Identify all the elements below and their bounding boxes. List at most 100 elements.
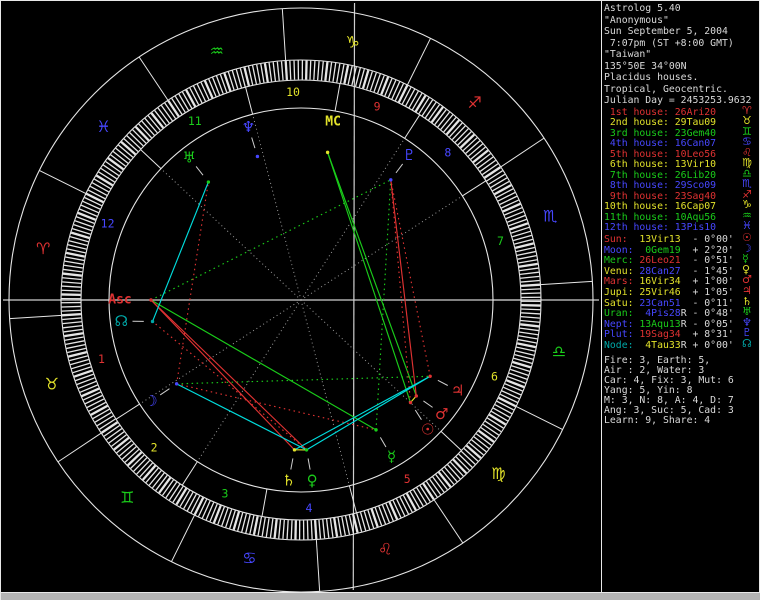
sign-boundary-line (281, 8, 287, 61)
degree-tick (517, 338, 537, 344)
aspect-sextile-line (294, 375, 431, 451)
degree-tick (405, 88, 416, 107)
house-label: 8th house: (604, 180, 675, 192)
degree-tick (157, 107, 170, 124)
degree-tick (144, 117, 158, 134)
sign-boundary-line (315, 539, 321, 592)
house-cusp-value: 26Lib20 (674, 169, 717, 181)
degree-tick (495, 188, 514, 199)
degree-tick (500, 393, 518, 404)
degree-tick (165, 481, 178, 499)
degree-tick (521, 312, 541, 315)
degree-tick (394, 83, 405, 101)
degree-tick (63, 264, 83, 269)
degree-tick (514, 242, 534, 250)
degree-tick (320, 61, 324, 81)
degree-tick (490, 177, 508, 189)
degree-tick (520, 283, 541, 288)
node-degree-dot (150, 319, 155, 324)
degree-tick (113, 436, 130, 451)
sign-glyph-scorpio: ♏ (543, 206, 557, 225)
aspect-square-line (390, 179, 412, 403)
house-cusp-spoke (160, 168, 302, 301)
degree-tick (272, 62, 277, 82)
planet-latitude-value: - 0°48' (686, 308, 734, 320)
degree-tick (178, 93, 190, 111)
planet-position-row: Sun: 13Vir13 - 0°00' ☉ (604, 232, 760, 245)
house-label: 1st house: (604, 107, 675, 118)
degree-tick (101, 421, 119, 434)
degree-tick (467, 143, 484, 157)
header-line: 7:07pm (ST +8:00 GMT) (604, 37, 734, 49)
uranus-degree-dot (206, 180, 211, 184)
house-cusp-value: 13Vir10 (674, 159, 717, 171)
planet-label: Satu: (604, 297, 640, 309)
degree-tick (325, 518, 330, 538)
planet-latitude-value: + 2°20' (686, 244, 734, 256)
house-cusp-row: 12th house: 13Pis10 ♓ (604, 220, 760, 233)
degree-tick (63, 328, 83, 333)
degree-tick (444, 466, 458, 483)
degree-tick (477, 156, 494, 169)
degree-tick (337, 517, 342, 537)
house-number-9: 9 (374, 99, 381, 113)
degree-tick (484, 420, 502, 433)
sign-boundary-line (171, 514, 195, 562)
degree-tick (521, 292, 541, 295)
planet-position-row: Satu: 23Can51 - 0°11' ♄ (604, 296, 760, 309)
degree-tick (497, 191, 516, 202)
degree-tick (100, 167, 118, 180)
planet-longitude-value: 4Pis28 (639, 308, 681, 320)
degree-tick (344, 515, 351, 535)
degree-tick (82, 200, 101, 210)
degree-tick (503, 386, 522, 396)
window-bottom-edge (1, 593, 760, 600)
planet-label: Sun: (604, 234, 640, 245)
house-cusp-stub (440, 430, 462, 451)
house-cusp-spoke (139, 299, 302, 405)
sign-glyph-capricorn: ♑ (346, 33, 360, 52)
degree-tick (245, 514, 251, 534)
degree-tick (91, 182, 110, 193)
degree-tick (189, 87, 200, 106)
planet-longitude-value: 28Can27 (639, 265, 681, 277)
degree-tick (282, 519, 285, 539)
aspect-square-line (150, 299, 307, 451)
degree-tick (293, 60, 296, 80)
house-cusp-spoke (252, 114, 302, 301)
planet-latitude-value: + 1°00' (686, 276, 734, 288)
degree-tick (62, 321, 82, 325)
sign-boundary-line (540, 280, 593, 286)
degree-tick (482, 423, 500, 436)
house-number-1: 1 (98, 352, 105, 366)
planet-position-row: Venu: 28Can27 - 1°45' ♀ (604, 264, 760, 277)
degree-tick (88, 401, 107, 412)
degree-tick (64, 332, 84, 338)
degree-tick (203, 80, 214, 99)
degree-tick (252, 515, 259, 536)
panel-divider (601, 1, 602, 592)
degree-tick (186, 493, 197, 512)
neptune-degree-dot (255, 154, 260, 159)
house-label: 7th house: (604, 169, 675, 181)
chart-wheel-area: ♈ ♉ ♊ ♋ ♌ ♍ ♎ ♏ ♐ ♑ ♒ ♓ 1 2 3 4 5 6 7 8 9 10 11 12 ☉ ☽ ☿ ♀ ♂ ♃ ♄ ♅ ♆ ♇ ☊ As… (1, 1, 601, 593)
house-label: 4th house: (604, 138, 675, 150)
degree-tick (64, 260, 84, 265)
pluto-degree-dot (389, 178, 393, 182)
degree-tick (61, 289, 81, 292)
planet-latitude-value: - 0°51' (686, 255, 734, 267)
wheel-pluto-glyph: ♇ (403, 146, 416, 164)
planet-position-row: Uran: 4Pis28R - 0°48' ♅ (604, 306, 760, 320)
sign-glyph-libra: ♎ (552, 342, 566, 361)
degree-tick (332, 62, 337, 82)
planet-latitude-value: + 8°31' (686, 329, 734, 341)
degree-tick (196, 83, 207, 102)
degree-tick (479, 159, 496, 172)
degree-tick (85, 192, 104, 204)
degree-tick (501, 390, 520, 400)
degree-tick (280, 61, 284, 81)
degree-tick (68, 350, 88, 358)
degree-tick (81, 387, 100, 398)
degree-tick (151, 472, 165, 489)
planet-position-row: Moon: 0Gem19 + 2°20' ☽ (604, 243, 760, 256)
